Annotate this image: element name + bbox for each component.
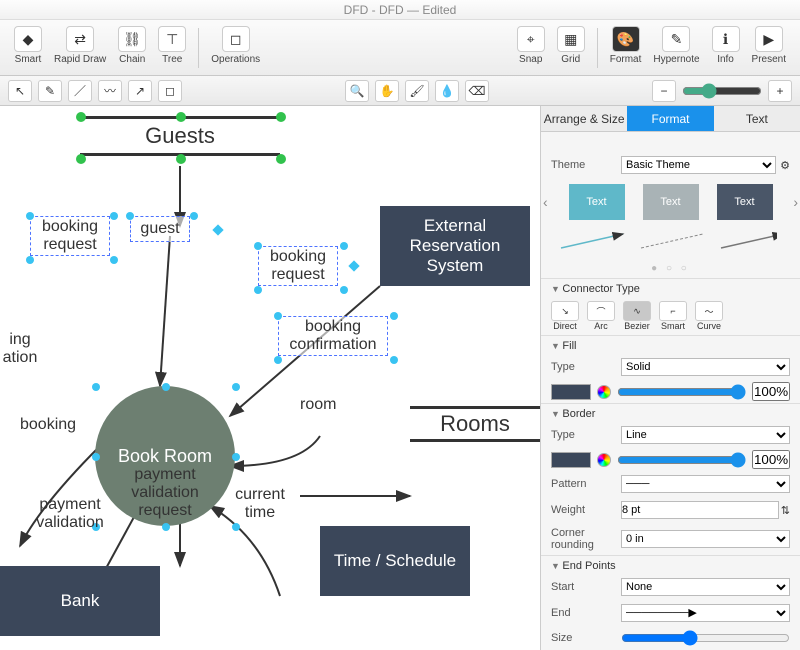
label-current-time: current time <box>225 486 295 522</box>
connector-direct[interactable]: ↘Direct <box>551 301 579 331</box>
border-color-chip[interactable] <box>551 452 591 468</box>
eyedropper-tool[interactable]: ✎ <box>38 80 62 102</box>
label-guest[interactable]: guest <box>130 216 190 242</box>
bank-entity[interactable]: Bank <box>0 566 160 636</box>
tab-text[interactable]: Text <box>714 106 800 132</box>
style-swatch-3[interactable]: Text <box>717 184 773 220</box>
theme-label: Theme <box>551 159 621 171</box>
connector-tool[interactable]: ↗ <box>128 80 152 102</box>
section-border[interactable]: Border <box>541 403 800 422</box>
rooms-datastore[interactable]: Rooms <box>410 406 540 442</box>
main-toolbar: ◆Smart ⇄Rapid Draw ⛓Chain ⊤Tree ◻Operati… <box>0 20 800 76</box>
endpoint-end-select[interactable]: ────────▶ <box>621 604 790 622</box>
guests-datastore[interactable]: Guests <box>80 116 280 156</box>
label-booking-request-2[interactable]: booking request <box>258 246 338 286</box>
fill-opacity-input[interactable] <box>752 382 790 401</box>
label-payment-validation: payment validation <box>30 496 110 532</box>
shape-tool[interactable]: ◻ <box>158 80 182 102</box>
brush-tool[interactable]: 🖌 <box>405 80 429 102</box>
label-booking-request-1[interactable]: booking request <box>30 216 110 256</box>
border-type-select[interactable]: Line <box>621 426 790 444</box>
swatch-prev-icon[interactable]: ‹ <box>543 194 548 210</box>
connector-smart[interactable]: ⌐Smart <box>659 301 687 331</box>
theme-select[interactable]: Basic Theme <box>621 156 776 174</box>
endpoint-size-slider[interactable] <box>621 630 790 646</box>
draw-toolbar: ↖ ✎ ／ 〰 ↗ ◻ 🔍 ✋ 🖌 💧 ⌫ − + <box>0 76 800 106</box>
section-fill[interactable]: Fill <box>541 335 800 354</box>
style-swatch-2[interactable]: Text <box>643 184 699 220</box>
present-button[interactable]: ▶Present <box>746 24 792 67</box>
label-payment-validation-request: payment validation request <box>120 466 210 520</box>
tab-arrange-size[interactable]: Arrange & Size <box>541 106 627 132</box>
curve-tool[interactable]: 〰 <box>98 80 122 102</box>
format-button[interactable]: 🎨Format <box>604 24 648 67</box>
snap-button[interactable]: ⌖Snap <box>511 24 551 67</box>
fill-color-chip[interactable] <box>551 384 591 400</box>
tree-button[interactable]: ⊤Tree <box>152 24 192 67</box>
section-endpoints[interactable]: End Points <box>541 555 800 574</box>
window-title: DFD - DFD — Edited <box>0 0 800 20</box>
fill-opacity-slider[interactable] <box>617 384 746 400</box>
connector-arc[interactable]: ⌒Arc <box>587 301 615 331</box>
section-connector-type[interactable]: Connector Type <box>541 278 800 297</box>
rapid-draw-button[interactable]: ⇄Rapid Draw <box>48 24 112 67</box>
operations-button[interactable]: ◻Operations <box>205 24 266 67</box>
line-tool[interactable]: ／ <box>68 80 92 102</box>
swatch-next-icon[interactable]: › <box>793 194 798 210</box>
border-opacity-slider[interactable] <box>617 452 746 468</box>
zoom-slider[interactable] <box>682 83 762 99</box>
zoom-in-icon[interactable]: + <box>768 80 792 102</box>
endpoint-start-select[interactable]: None <box>621 578 790 596</box>
zoom-out-icon[interactable]: − <box>652 80 676 102</box>
label-booking: booking <box>20 416 76 434</box>
connector-curve[interactable]: 〜Curve <box>695 301 723 331</box>
time-schedule-entity[interactable]: Time / Schedule <box>320 526 470 596</box>
border-opacity-input[interactable] <box>752 450 790 469</box>
pointer-tool[interactable]: ↖ <box>8 80 32 102</box>
hypernote-button[interactable]: ✎Hypernote <box>647 24 705 67</box>
zoom-tool[interactable]: 🔍 <box>345 80 369 102</box>
style-page-dots[interactable]: ● ○ ○ <box>541 259 800 278</box>
fill-color-wheel-icon[interactable] <box>597 385 611 399</box>
external-reservation-entity[interactable]: External Reservation System <box>380 206 530 286</box>
picker-tool[interactable]: 💧 <box>435 80 459 102</box>
weight-input[interactable] <box>621 501 779 519</box>
border-color-wheel-icon[interactable] <box>597 453 611 467</box>
label-booking-confirmation[interactable]: booking confirmation <box>278 316 388 356</box>
tab-format[interactable]: Format <box>627 106 713 132</box>
label-room: room <box>300 396 336 414</box>
smart-button[interactable]: ◆Smart <box>8 24 48 67</box>
inspector-panel: Arrange & Size Format Text Style Theme B… <box>540 106 800 650</box>
connector-bezier[interactable]: ∿Bezier <box>623 301 651 331</box>
grid-button[interactable]: ▦Grid <box>551 24 591 67</box>
fill-type-select[interactable]: Solid <box>621 358 790 376</box>
style-swatch-1[interactable]: Text <box>569 184 625 220</box>
label-ation: ing ation <box>0 331 40 367</box>
chain-button[interactable]: ⛓Chain <box>112 24 152 67</box>
theme-gear-icon[interactable]: ⚙ <box>780 159 790 172</box>
corner-rounding-select[interactable]: 0 in <box>621 530 790 548</box>
eraser-tool[interactable]: ⌫ <box>465 80 489 102</box>
pattern-select[interactable]: ─── <box>621 475 790 493</box>
pan-tool[interactable]: ✋ <box>375 80 399 102</box>
info-button[interactable]: ℹInfo <box>706 24 746 67</box>
weight-stepper[interactable]: ⇅ <box>781 504 790 517</box>
canvas[interactable]: Guests External Reservation System Book … <box>0 106 540 650</box>
